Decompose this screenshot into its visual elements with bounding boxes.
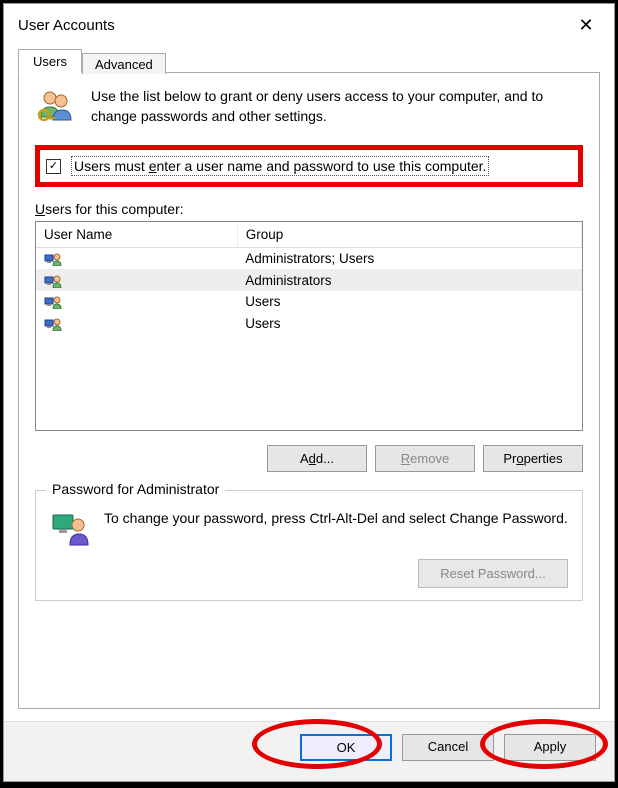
must-enter-password-label: Users must enter a user name and passwor…	[71, 156, 489, 176]
remove-button[interactable]: Remove	[375, 445, 475, 472]
cancel-button[interactable]: Cancel	[402, 734, 494, 761]
dialog-footer: OK Cancel Apply	[4, 721, 614, 781]
titlebar: User Accounts ✕	[4, 4, 614, 44]
table-row[interactable]: Users	[36, 312, 582, 333]
tab-advanced[interactable]: Advanced	[82, 53, 166, 74]
password-help-text: To change your password, press Ctrl-Alt-…	[104, 509, 568, 549]
password-row: To change your password, press Ctrl-Alt-…	[50, 509, 568, 549]
intro-section: Use the list below to grant or deny user…	[35, 87, 583, 127]
properties-button[interactable]: Properties	[483, 445, 583, 472]
add-button[interactable]: Add...	[267, 445, 367, 472]
reset-password-button: Reset Password...	[418, 559, 568, 588]
tabs: Users Advanced	[4, 44, 614, 72]
must-enter-password-checkbox[interactable]: ✓	[46, 159, 61, 174]
user-row-icon	[44, 252, 62, 266]
cell-username	[36, 269, 237, 290]
intro-text: Use the list below to grant or deny user…	[91, 87, 583, 127]
table-row[interactable]: Administrators; Users	[36, 248, 582, 270]
tab-users[interactable]: Users	[18, 49, 82, 73]
user-buttons-row: Add... Remove Properties	[35, 445, 583, 472]
column-username[interactable]: User Name	[36, 222, 237, 248]
password-group-title: Password for Administrator	[46, 481, 225, 497]
user-row-icon	[44, 274, 62, 288]
ok-button[interactable]: OK	[300, 734, 392, 761]
cell-group: Administrators; Users	[237, 248, 581, 270]
cell-username	[36, 248, 237, 270]
apply-button[interactable]: Apply	[504, 734, 596, 761]
cell-group: Users	[237, 312, 581, 333]
user-row-icon	[44, 295, 62, 309]
user-accounts-window: User Accounts ✕ Users Advanced Use the l…	[3, 3, 615, 782]
users-list-label: Users for this computer:	[35, 201, 583, 217]
cell-username	[36, 291, 237, 312]
column-group[interactable]: Group	[237, 222, 581, 248]
cell-group: Users	[237, 291, 581, 312]
cell-group: Administrators	[237, 269, 581, 290]
tab-content-users: Use the list below to grant or deny user…	[18, 72, 600, 709]
cell-username	[36, 312, 237, 333]
users-keys-icon	[35, 87, 75, 127]
table-row[interactable]: Administrators	[36, 269, 582, 290]
window-title: User Accounts	[18, 17, 115, 34]
must-enter-password-row: ✓ Users must enter a user name and passw…	[35, 145, 583, 187]
user-row-icon	[44, 317, 62, 331]
user-monitor-icon	[50, 509, 90, 549]
close-icon[interactable]: ✕	[572, 14, 600, 36]
users-table[interactable]: User Name Group Administrators; Users Ad…	[36, 222, 582, 334]
password-groupbox: Password for Administrator To change you…	[35, 490, 583, 601]
table-row[interactable]: Users	[36, 291, 582, 312]
users-table-wrap: User Name Group Administrators; Users Ad…	[35, 221, 583, 431]
